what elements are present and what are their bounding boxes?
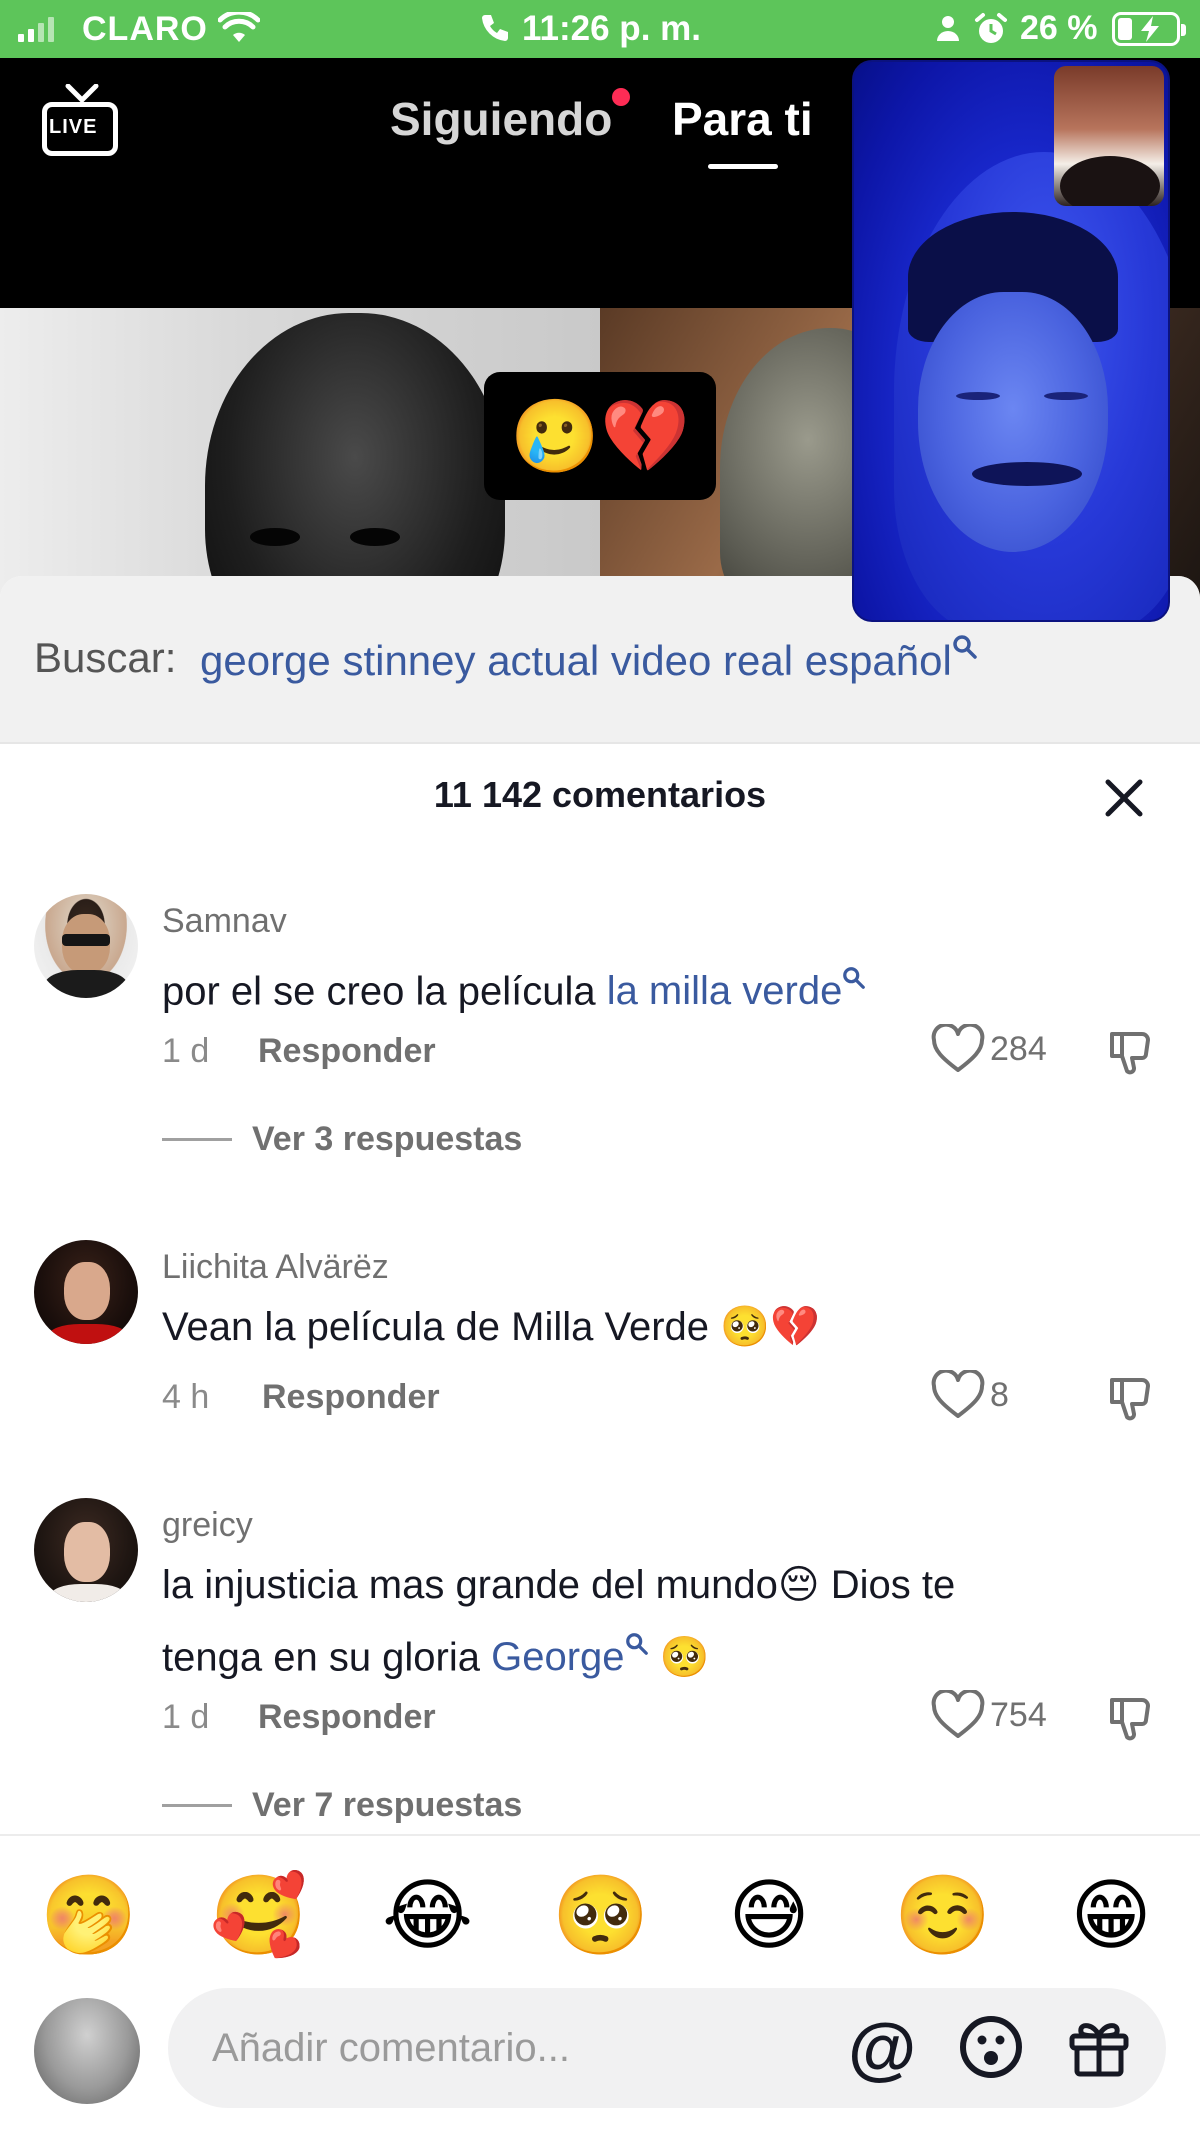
search-query-link[interactable]: george stinney actual video real español [200, 634, 978, 685]
avatar[interactable] [34, 1240, 138, 1344]
tv-antenna-icon [65, 84, 99, 104]
search-icon [625, 1616, 649, 1678]
wifi-icon [217, 9, 261, 49]
search-icon [842, 950, 866, 1012]
view-replies-button[interactable]: Ver 3 respuestas [162, 1120, 522, 1159]
self-view-hair [1060, 156, 1160, 206]
active-tab-indicator [708, 164, 778, 169]
mention-button[interactable]: @ [848, 2010, 916, 2086]
heart-icon [931, 1690, 985, 1738]
comment-input[interactable]: Añadir comentario... @ [168, 1988, 1166, 2108]
comment-item: Liichita Alvärëz Vean la película de Mil… [0, 1240, 1200, 1460]
reply-button[interactable]: Responder [262, 1378, 440, 1417]
emoji-picker-icon[interactable] [958, 2014, 1024, 2080]
comment-item: greicy la injusticia mas grande del mund… [0, 1498, 1200, 1838]
comment-text: por el se creo la película la milla verd… [162, 950, 1102, 1022]
alarm-icon [974, 12, 1008, 51]
comment-time: 1 d [162, 1032, 210, 1070]
like-count: 284 [990, 1029, 1047, 1068]
battery-percent: 26 % [1020, 9, 1098, 47]
pip-eye [956, 392, 1000, 400]
video-call-pip[interactable] [852, 60, 1170, 622]
avatar [34, 1998, 140, 2104]
dislike-icon[interactable] [1106, 1374, 1154, 1422]
like-button[interactable]: 8 [930, 1370, 1009, 1420]
comment-time: 4 h [162, 1378, 210, 1416]
comment-composer: Añadir comentario... @ [0, 1988, 1200, 2133]
close-icon[interactable] [1104, 778, 1144, 818]
comment-username[interactable]: Samnav [162, 902, 287, 941]
avatar[interactable] [34, 894, 138, 998]
gift-icon[interactable] [1066, 2014, 1132, 2080]
view-replies-button[interactable]: Ver 7 respuestas [162, 1786, 522, 1825]
emoji-button[interactable]: 🥰 [210, 1870, 307, 1960]
live-label: LIVE [49, 116, 98, 138]
portrait-eye [250, 528, 300, 546]
search-label: Buscar: [34, 634, 177, 681]
clock-time: 11:26 p. m. [522, 9, 701, 48]
dislike-icon[interactable] [1106, 1028, 1154, 1076]
status-bar: CLARO 11:26 p. m. 26 % [0, 0, 1200, 58]
search-link[interactable]: George [491, 1633, 648, 1679]
notification-dot [612, 88, 630, 106]
tab-following[interactable]: Siguiendo [390, 92, 612, 146]
search-icon [952, 634, 978, 667]
reply-button[interactable]: Responder [258, 1032, 436, 1071]
pip-mustache [972, 462, 1082, 486]
portrait-head [205, 313, 505, 598]
signal-icon [18, 14, 54, 42]
comment-username[interactable]: greicy [162, 1506, 253, 1545]
like-count: 754 [990, 1695, 1047, 1734]
avatar[interactable] [34, 1498, 138, 1602]
emoji-button[interactable]: 🥺 [552, 1870, 649, 1960]
emoji-button[interactable]: 😁 [1066, 1870, 1156, 1960]
like-count: 8 [990, 1375, 1009, 1414]
like-button[interactable]: 284 [930, 1024, 1047, 1074]
video-caption-sticker: 🥲💔 [484, 372, 716, 500]
reply-button[interactable]: Responder [258, 1698, 436, 1737]
heart-icon [931, 1024, 985, 1072]
tab-for-you[interactable]: Para ti [672, 92, 813, 146]
portrait-eye [350, 528, 400, 546]
heart-icon [931, 1370, 985, 1418]
person-icon [934, 14, 962, 47]
comment-item: Samnav por el se creo la película la mil… [0, 894, 1200, 1194]
search-link[interactable]: la milla verde [607, 967, 867, 1013]
battery-charging-icon [1112, 12, 1186, 46]
like-button[interactable]: 754 [930, 1690, 1047, 1740]
carrier-name: CLARO [82, 10, 208, 48]
dislike-icon[interactable] [1106, 1694, 1154, 1742]
phone-call-icon [478, 12, 510, 49]
comment-username[interactable]: Liichita Alvärëz [162, 1248, 389, 1287]
comment-text: Vean la película de Milla Verde 🥺💔 [162, 1305, 820, 1349]
comment-count: 11 142 comentarios [433, 774, 767, 815]
emoji-button[interactable]: 🤭 [40, 1870, 137, 1960]
comments-header: 11 142 comentarios [0, 746, 1200, 846]
pip-self-view[interactable] [1054, 66, 1164, 206]
comment-text: la injusticia mas grande del mundo😔 Dios… [162, 1563, 956, 1680]
quick-emoji-bar: 🤭 🥰 😂 🥺 😅 ☺️ 😁 [0, 1834, 1200, 1988]
comment-input-placeholder: Añadir comentario... [212, 2026, 570, 2070]
live-button[interactable]: LIVE [42, 84, 122, 160]
emoji-button[interactable]: 😂 [382, 1870, 473, 1960]
pip-eye [1044, 392, 1088, 400]
emoji-button[interactable]: ☺️ [894, 1870, 991, 1960]
pip-face [918, 292, 1108, 552]
comment-time: 1 d [162, 1698, 210, 1736]
emoji-button[interactable]: 😅 [724, 1870, 814, 1960]
